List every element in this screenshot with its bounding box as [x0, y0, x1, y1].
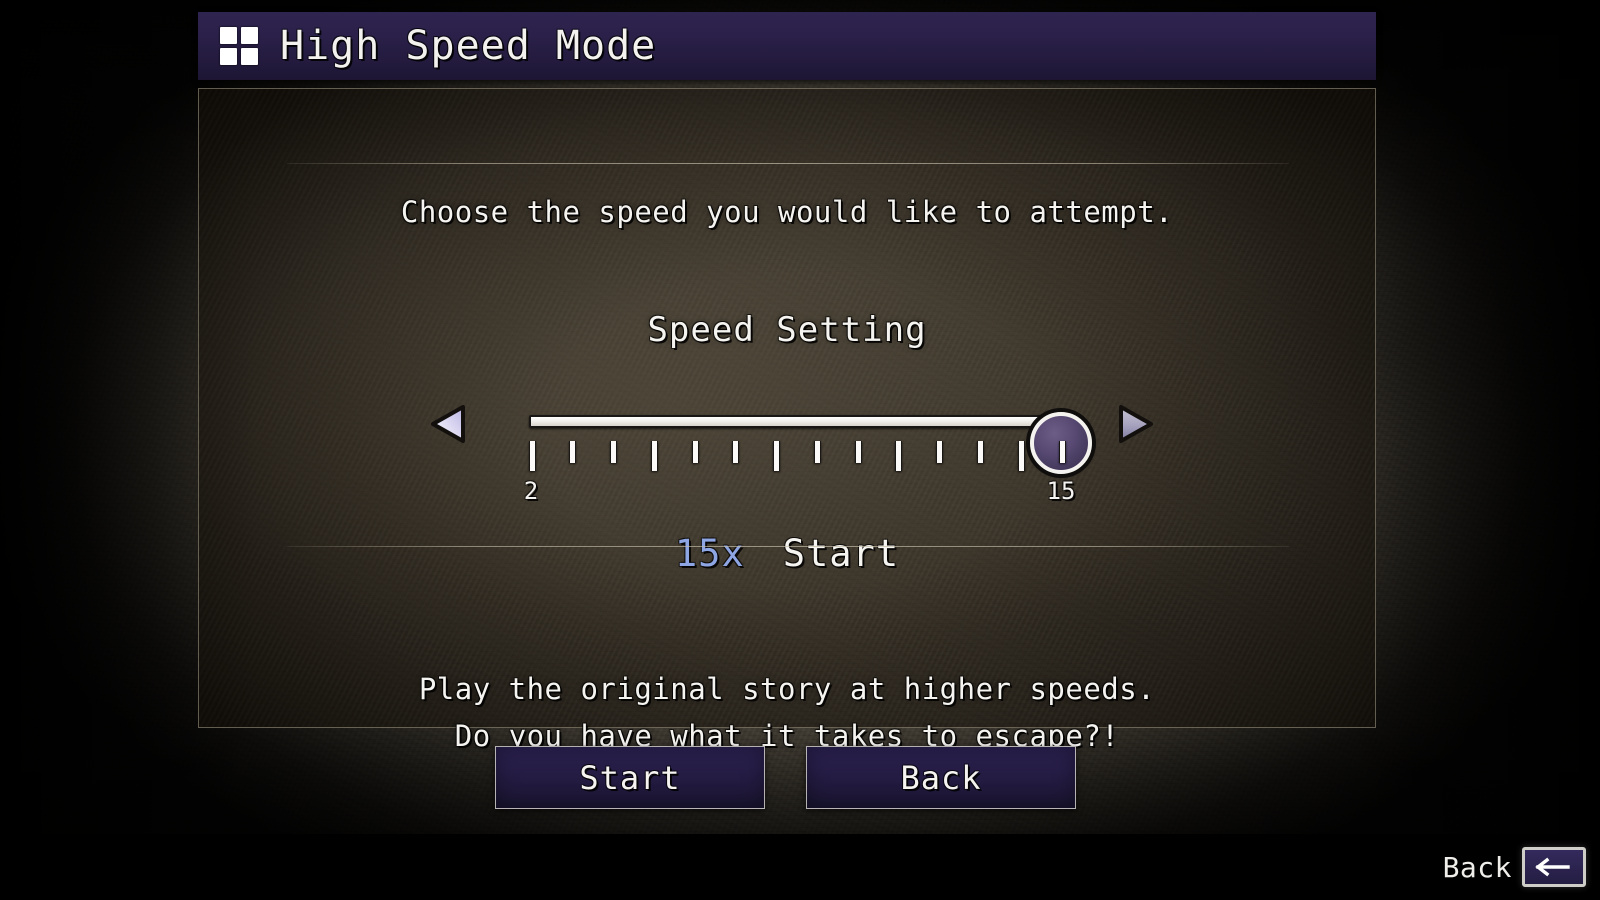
title-bar: High Speed Mode: [198, 12, 1376, 80]
slider-tick: [813, 441, 821, 463]
divider-bottom: [287, 546, 1289, 547]
speed-value: 15x: [674, 532, 745, 575]
slider-max-label: 15: [1046, 477, 1076, 505]
slider-tick: [773, 441, 781, 471]
slider-tick: [1058, 441, 1066, 463]
bottom-bar: Back: [0, 834, 1600, 900]
slider-min-label: 2: [523, 477, 539, 505]
slider-ticks: [528, 441, 1069, 475]
back-hint-label: Back: [1442, 850, 1512, 884]
grid-2x2-icon: [220, 27, 258, 65]
prompt-text: Choose the speed you would like to attem…: [400, 195, 1174, 229]
description-line-1: Play the original story at higher speeds…: [418, 672, 1156, 706]
game-screen: High Speed Mode Choose the speed you wou…: [0, 0, 1600, 900]
description-line-2: Do you have what it takes to escape?!: [454, 719, 1120, 753]
back-hint[interactable]: Back: [1443, 834, 1586, 900]
section-title: Speed Setting: [647, 310, 927, 350]
slider-tick: [569, 441, 577, 463]
description-text: Play the original story at higher speeds…: [199, 666, 1375, 760]
content-panel: Choose the speed you would like to attem…: [198, 88, 1377, 753]
slider-tick: [732, 441, 740, 463]
slider-tick: [650, 441, 658, 471]
divider-top: [287, 163, 1289, 164]
slider-tick: [610, 441, 618, 463]
slider-tick: [1017, 441, 1025, 471]
slider-tick: [691, 441, 699, 463]
slider-tick: [854, 441, 862, 463]
back-button[interactable]: Back: [806, 746, 1076, 809]
slider-tick: [528, 441, 536, 471]
slider-tick: [895, 441, 903, 471]
slider-tick: [936, 441, 944, 463]
slider-tick: [976, 441, 984, 463]
arrow-left-icon[interactable]: [1522, 847, 1586, 887]
speed-slider[interactable]: 2 15: [199, 389, 1377, 519]
slider-track[interactable]: [529, 415, 1043, 428]
slider-track-wrap[interactable]: [529, 411, 1092, 474]
value-row: 15x Start: [199, 532, 1375, 575]
start-button[interactable]: Start: [495, 746, 765, 809]
start-inline-label[interactable]: Start: [783, 532, 899, 575]
page-title: High Speed Mode: [280, 23, 657, 69]
